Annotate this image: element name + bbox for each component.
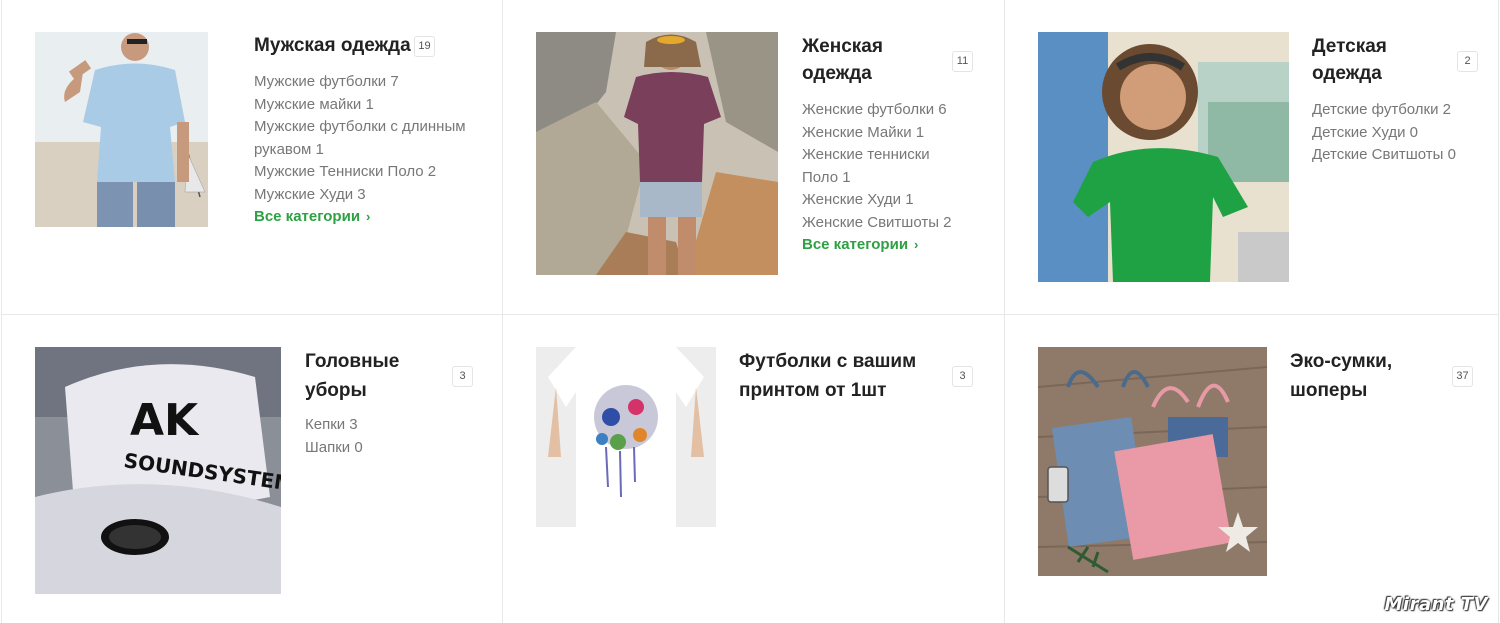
subcategory-link[interactable]: Детские Худи 0 (1312, 122, 1482, 145)
subcategory-link[interactable]: Женские Майки 1 (802, 122, 962, 145)
category-title[interactable]: Головные уборы (305, 348, 435, 405)
category-title[interactable]: Мужская одежда (254, 32, 411, 59)
cap-print-ak: AK (130, 395, 200, 446)
category-count-badge: 3 (952, 366, 973, 387)
all-categories-link[interactable]: Все категории › (254, 206, 370, 229)
subcategory-link[interactable]: Мужские Тенниски Поло 2 (254, 161, 474, 184)
all-categories-label: Все категории (802, 236, 909, 253)
category-count-badge: 2 (1457, 51, 1478, 72)
subcategory-link[interactable]: Мужские Худи 3 (254, 184, 474, 207)
category-card-eco-bags: Эко-сумки, шоперы 37 (1005, 315, 1499, 623)
kids-clothing-image[interactable] (1038, 32, 1289, 282)
category-card-custom-print: Футболки с вашим принтом от 1шт 3 (503, 315, 1005, 623)
subcategory-link[interactable]: Мужские футболки с длинным рукавом 1 (254, 116, 474, 161)
subcategory-list: Мужские футболки 7 Мужские майки 1 Мужск… (254, 71, 474, 229)
subcategory-link[interactable]: Кепки 3 (305, 414, 445, 437)
subcategory-link[interactable]: Шапки 0 (305, 437, 445, 460)
category-grid: Мужская одежда 19 Мужские футболки 7 Муж… (0, 0, 1500, 623)
subcategory-list: Детские футболки 2 Детские Худи 0 Детски… (1312, 99, 1482, 167)
category-card-hats: AK SOUNDSYSTEM Головные уборы 3 Кепки 3 … (1, 315, 503, 623)
custom-print-image[interactable] (536, 347, 716, 527)
subcategory-link[interactable]: Мужские футболки 7 (254, 71, 474, 94)
chevron-right-icon: › (914, 237, 919, 252)
all-categories-item: Все категории › (802, 234, 962, 257)
subcategory-list: Женские футболки 6 Женские Майки 1 Женск… (802, 99, 962, 257)
category-count-badge: 19 (414, 36, 435, 57)
category-count-badge: 3 (452, 366, 473, 387)
hats-image[interactable]: AK SOUNDSYSTEM (35, 347, 281, 594)
all-categories-item: Все категории › (254, 206, 474, 229)
category-card-kids: Детская одежда 2 Детские футболки 2 Детс… (1005, 0, 1499, 315)
category-title[interactable]: Футболки с вашим принтом от 1шт (739, 348, 939, 405)
subcategory-link[interactable]: Женские тенниски Поло 1 (802, 144, 962, 189)
subcategory-link[interactable]: Детские Свитшоты 0 (1312, 144, 1482, 167)
chevron-right-icon: › (366, 209, 371, 224)
eco-bags-image[interactable] (1038, 347, 1267, 576)
category-title[interactable]: Женская одежда (802, 33, 932, 87)
subcategory-link[interactable]: Мужские майки 1 (254, 94, 474, 117)
category-title[interactable]: Детская одежда (1312, 33, 1442, 87)
women-clothing-image[interactable] (536, 32, 778, 275)
men-clothing-image[interactable] (35, 32, 208, 227)
subcategory-list: Кепки 3 Шапки 0 (305, 414, 445, 459)
category-card-men: Мужская одежда 19 Мужские футболки 7 Муж… (1, 0, 503, 315)
subcategory-link[interactable]: Женские Худи 1 (802, 189, 962, 212)
subcategory-link[interactable]: Женские Свитшоты 2 (802, 212, 962, 235)
all-categories-label: Все категории (254, 208, 361, 225)
all-categories-link[interactable]: Все категории › (802, 234, 918, 257)
subcategory-link[interactable]: Женские футболки 6 (802, 99, 962, 122)
category-title[interactable]: Эко-сумки, шоперы (1290, 348, 1430, 405)
watermark-logo: Mirant TV (1384, 594, 1488, 615)
subcategory-link[interactable]: Детские футболки 2 (1312, 99, 1482, 122)
category-count-badge: 37 (1452, 366, 1473, 387)
category-count-badge: 11 (952, 51, 973, 72)
category-card-women: Женская одежда 11 Женские футболки 6 Жен… (503, 0, 1005, 315)
